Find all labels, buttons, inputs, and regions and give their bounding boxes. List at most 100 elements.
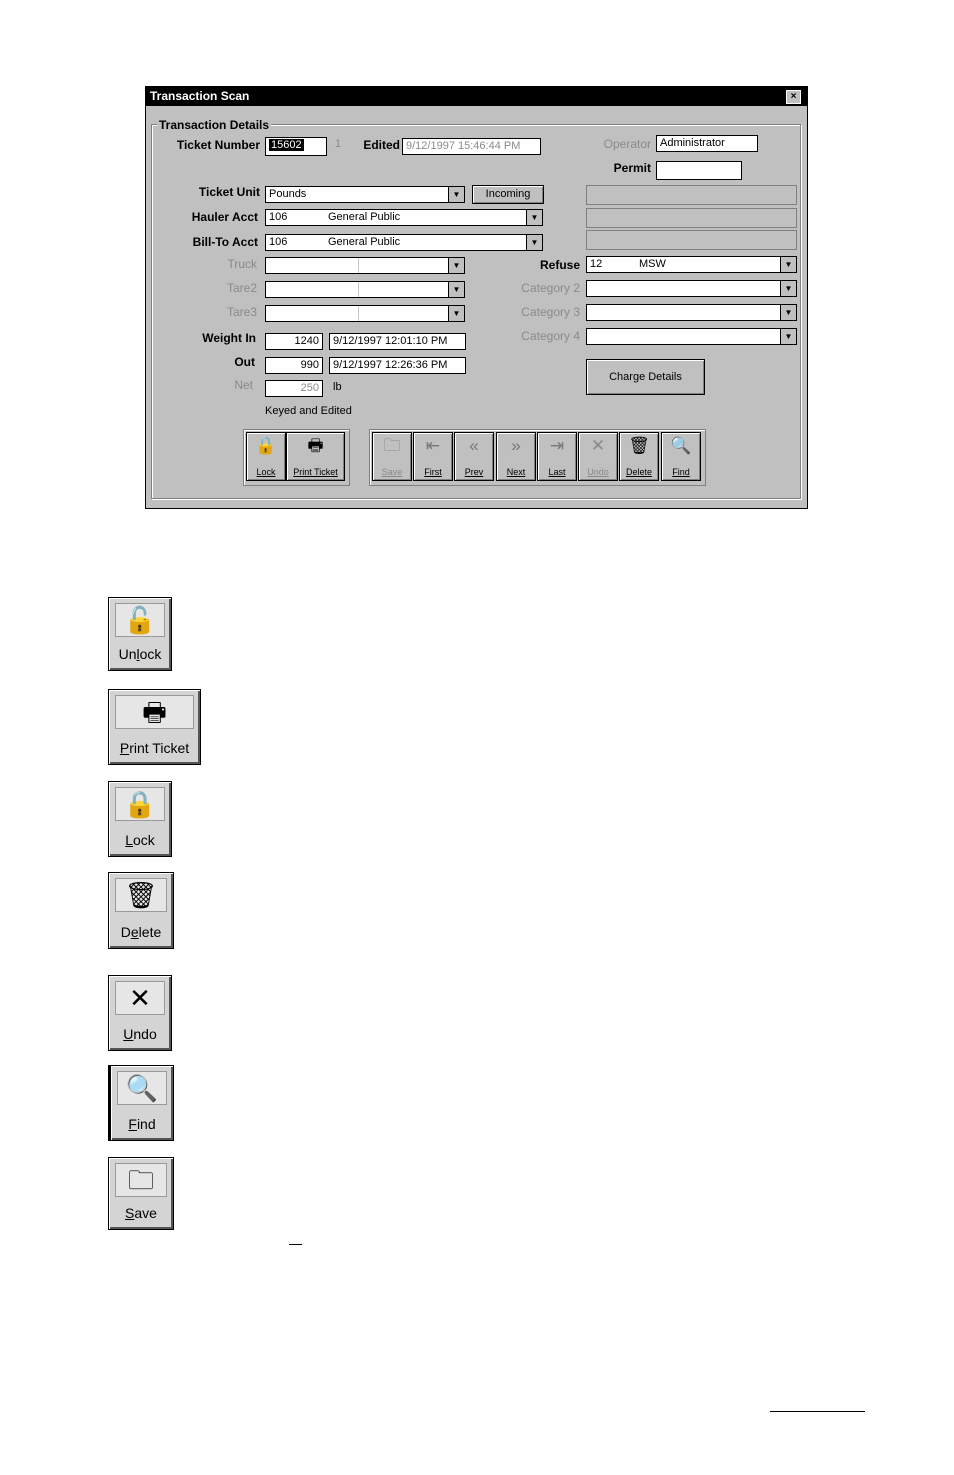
find-button[interactable]: 🔍 Find	[661, 432, 701, 481]
first-button[interactable]: ⇤ First	[413, 432, 453, 481]
category4-label: Category 4	[521, 329, 580, 343]
chevron-down-icon[interactable]: ▼	[448, 306, 464, 321]
ticket-unit-value: Pounds	[269, 188, 307, 200]
close-icon[interactable]: ×	[786, 90, 801, 104]
column-divider	[358, 258, 359, 273]
undo-button[interactable]: ✕ Undo	[578, 432, 618, 481]
ticket-suffix: 1	[335, 138, 342, 150]
category2-label: Category 2	[521, 281, 580, 295]
printer-icon: 🖶	[307, 436, 324, 455]
incoming-button[interactable]: Incoming	[472, 185, 544, 204]
prev-button[interactable]: « Prev	[454, 432, 494, 481]
undo-icon: ✕	[115, 981, 165, 1015]
delete-button-label: Delete	[625, 467, 652, 477]
info-box-2	[586, 208, 797, 228]
chevron-down-icon[interactable]: ▼	[448, 187, 464, 202]
category2-select[interactable]: ▼	[586, 280, 797, 297]
unlock-button[interactable]: 🔓 Unlock	[108, 597, 172, 671]
chevron-down-icon[interactable]: ▼	[780, 281, 796, 296]
label-part: Un	[118, 646, 137, 662]
lock-icon: 🔒	[255, 436, 277, 455]
operator-field[interactable]: Administrator	[656, 135, 758, 152]
last-button-label: Last	[548, 467, 566, 477]
weight-in-label: Weight In	[202, 331, 256, 345]
chevron-down-icon[interactable]: ▼	[526, 235, 542, 250]
hauler-acct-select[interactable]: 106 General Public ▼	[265, 209, 543, 226]
delete-button[interactable]: 🗑 Delete	[619, 432, 659, 481]
undo-button-large[interactable]: ✕ Undo	[108, 975, 172, 1051]
last-button[interactable]: ⇥ Last	[537, 432, 577, 481]
tare2-label: Tare2	[226, 281, 257, 295]
chevron-down-icon[interactable]: ▼	[780, 257, 796, 272]
ticket-number-label: Ticket Number	[176, 138, 260, 152]
lock-button-large[interactable]: 🔒 Lock	[108, 781, 172, 857]
next-button[interactable]: » Next	[496, 432, 536, 481]
chevron-down-icon[interactable]: ▼	[448, 282, 464, 297]
print-ticket-button-large[interactable]: 🖶 Print Ticket	[108, 689, 201, 765]
billto-name: General Public	[328, 236, 401, 248]
unlock-label: Unlock	[109, 646, 171, 662]
tare3-label: Tare3	[226, 305, 257, 319]
footer-rule	[770, 1411, 865, 1412]
net-label: Net	[234, 378, 253, 392]
permit-label: Permit	[613, 161, 651, 175]
prev-icon: «	[469, 436, 479, 455]
save-button[interactable]: 🗀 Save	[372, 432, 412, 481]
tare2-select[interactable]: ▼	[265, 281, 465, 298]
trash-icon: 🗑	[628, 436, 650, 455]
permit-field[interactable]	[656, 161, 742, 180]
save-icon: 🗀	[383, 436, 401, 455]
truck-select[interactable]: ▼	[265, 257, 465, 274]
print-ticket-label: Print Ticket	[109, 740, 200, 756]
weight-in-time: 9/12/1997 12:01:10 PM	[329, 333, 466, 350]
net-unit: lb	[333, 381, 342, 393]
ticket-unit-select[interactable]: Pounds ▼	[265, 186, 465, 203]
bill-to-acct-select[interactable]: 106 General Public ▼	[265, 234, 543, 251]
category4-select[interactable]: ▼	[586, 328, 797, 345]
label-part: rint Ticket	[129, 740, 190, 756]
info-box-1	[586, 185, 797, 205]
category3-select[interactable]: ▼	[586, 304, 797, 321]
label-mnemonic: F	[128, 1116, 137, 1132]
lock-button[interactable]: 🔒 Lock	[246, 432, 286, 481]
first-icon: ⇤	[425, 436, 441, 455]
refuse-name: MSW	[639, 258, 666, 270]
find-button-label: Find	[672, 467, 690, 477]
prev-button-label: Prev	[464, 467, 484, 477]
edited-field: 9/12/1997 15:46:44 PM	[402, 138, 541, 155]
weight-in-field[interactable]: 1240	[265, 333, 323, 350]
hauler-name: General Public	[328, 211, 401, 223]
label-part: ndo	[133, 1026, 157, 1042]
ticket-unit-label: Ticket Unit	[198, 185, 260, 199]
ticket-number-field[interactable]: 15602	[265, 137, 327, 156]
transaction-details-label: Transaction Details	[157, 118, 272, 132]
delete-button-large[interactable]: 🗑 Delete	[108, 872, 174, 949]
weight-out-time: 9/12/1997 12:26:36 PM	[329, 357, 466, 374]
label-mnemonic: P	[119, 740, 130, 756]
chevron-down-icon[interactable]: ▼	[448, 258, 464, 273]
last-icon: ⇥	[549, 436, 565, 455]
refuse-select[interactable]: 12 MSW ▼	[586, 256, 797, 273]
label-part: lete	[138, 924, 162, 940]
lock-label: Lock	[109, 832, 171, 848]
print-ticket-button[interactable]: 🖶 Print Ticket	[286, 432, 345, 481]
chevron-down-icon[interactable]: ▼	[780, 329, 796, 344]
label-mnemonic: S	[125, 1205, 135, 1221]
refuse-code: 12	[590, 258, 603, 270]
keyed-note: Keyed and Edited	[265, 405, 352, 417]
find-button-large[interactable]: 🔍 Find	[108, 1065, 174, 1141]
label-part: D	[120, 924, 131, 940]
magnifier-icon: 🔍	[117, 1071, 167, 1105]
out-label: Out	[234, 355, 255, 369]
billto-code: 106	[269, 236, 288, 248]
weight-out-field[interactable]: 990	[265, 357, 323, 374]
net-field: 250	[265, 380, 323, 397]
column-divider	[358, 306, 359, 321]
label-part: ock	[133, 832, 155, 848]
save-button-large[interactable]: 🗀 Save	[108, 1157, 174, 1230]
chevron-down-icon[interactable]: ▼	[780, 305, 796, 320]
charge-details-button[interactable]: Charge Details	[586, 359, 705, 395]
hauler-acct-label: Hauler Acct	[191, 210, 258, 224]
chevron-down-icon[interactable]: ▼	[526, 210, 542, 225]
tare3-select[interactable]: ▼	[265, 305, 465, 322]
